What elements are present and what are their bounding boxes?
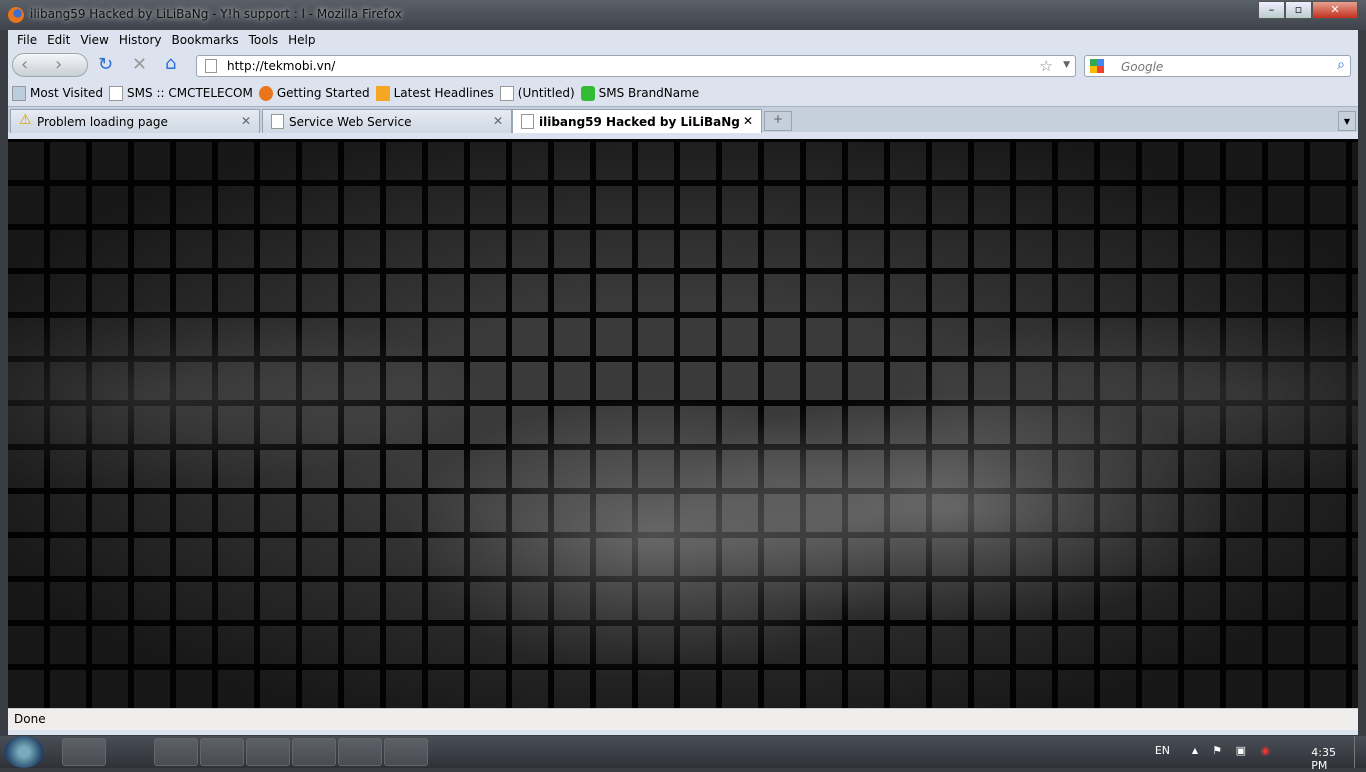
forward-icon[interactable]: › [55, 55, 62, 75]
taskbar: EN ▲ ⚑ ▣ ◉ 4:35 PM [0, 736, 1366, 772]
page-icon [109, 85, 124, 101]
search-box[interactable]: Google ⌕ [1084, 55, 1351, 77]
bookmark-star-icon[interactable]: ☆ [1040, 57, 1053, 75]
menu-bookmarks[interactable]: Bookmarks [167, 33, 244, 47]
maximize-button[interactable]: ▫ [1285, 1, 1312, 19]
tab-list-button[interactable]: ▼ [1338, 111, 1356, 131]
flag-icon[interactable]: ⚑ [1212, 744, 1222, 757]
taskbar-app[interactable] [338, 738, 382, 766]
show-desktop-button[interactable] [1354, 736, 1366, 768]
menu-help[interactable]: Help [283, 33, 320, 47]
page-content-image [8, 139, 1358, 708]
network-icon[interactable]: ▣ [1236, 744, 1246, 757]
taskbar-explorer[interactable] [154, 738, 198, 766]
taskbar-cmd[interactable] [384, 738, 428, 766]
search-placeholder: Google [1121, 60, 1164, 74]
sms-icon [580, 85, 595, 101]
reload-icon[interactable]: ↻ [98, 55, 113, 75]
search-icon[interactable]: ⌕ [1337, 57, 1345, 73]
page-icon [205, 59, 217, 73]
firefox-icon [258, 85, 273, 101]
page-icon [521, 114, 534, 129]
address-bar[interactable]: http://tekmobi.vn/ ☆ ▼ [196, 55, 1076, 77]
show-hidden-icons[interactable]: ▲ [1192, 746, 1198, 755]
rss-icon [375, 85, 390, 101]
menu-edit[interactable]: Edit [42, 33, 75, 47]
firefox-icon [8, 7, 24, 23]
page-icon [499, 85, 514, 101]
bookmark-item[interactable]: SMS BrandName [580, 85, 699, 101]
back-icon[interactable]: ‹ [21, 55, 28, 75]
chevron-down-icon[interactable]: ▼ [1063, 60, 1070, 70]
bookmark-item[interactable]: SMS :: CMCTELECOM [109, 85, 253, 101]
bookmark-item[interactable]: Latest Headlines [375, 85, 494, 101]
bookmark-item[interactable]: Getting Started [258, 85, 370, 101]
bookmarks-toolbar: Most Visited SMS :: CMCTELECOM Getting S… [8, 80, 1358, 106]
minimize-button[interactable]: – [1258, 1, 1285, 19]
taskbar-app[interactable] [108, 738, 152, 766]
taskbar-app[interactable] [246, 738, 290, 766]
volume-muted-icon[interactable]: ◉ [1260, 744, 1270, 757]
menu-bar: File Edit View History Bookmarks Tools H… [8, 30, 1358, 50]
tab-service-web-service[interactable]: Service Web Service ✕ [262, 109, 512, 133]
browser-window: File Edit View History Bookmarks Tools H… [8, 30, 1358, 735]
close-tab-icon[interactable]: ✕ [241, 114, 251, 128]
bookmark-item[interactable]: Most Visited [12, 85, 103, 101]
menu-file[interactable]: File [12, 33, 42, 47]
tab-bar: ⚠ Problem loading page ✕ Service Web Ser… [8, 106, 1358, 133]
warning-icon: ⚠ [19, 112, 32, 128]
taskbar-app[interactable] [200, 738, 244, 766]
taskbar-firefox[interactable] [62, 738, 106, 766]
clock[interactable]: 4:35 PM [1311, 746, 1336, 772]
tab-active[interactable]: ilibang59 Hacked by LiLiBaNg - Y!... ✕ [512, 109, 762, 133]
taskbar-app[interactable] [292, 738, 336, 766]
url-text: http://tekmobi.vn/ [227, 59, 336, 73]
back-forward-buttons[interactable]: ‹ › [12, 53, 88, 77]
status-bar: Done [8, 708, 1358, 730]
menu-view[interactable]: View [75, 33, 113, 47]
google-icon[interactable] [1090, 59, 1104, 73]
close-tab-icon[interactable]: ✕ [743, 114, 753, 128]
bookmark-item[interactable]: (Untitled) [499, 85, 575, 101]
close-button[interactable]: ✕ [1312, 1, 1358, 19]
menu-history[interactable]: History [114, 33, 167, 47]
language-indicator[interactable]: EN [1155, 744, 1170, 757]
title-bar: ilibang59 Hacked by LiLiBaNg - Y!h suppo… [0, 0, 1366, 30]
menu-tools[interactable]: Tools [244, 33, 284, 47]
most-visited-icon [12, 85, 26, 101]
window-title: ilibang59 Hacked by LiLiBaNg - Y!h suppo… [30, 7, 402, 21]
tab-problem-loading[interactable]: ⚠ Problem loading page ✕ [10, 109, 260, 133]
start-button[interactable] [4, 736, 44, 768]
new-tab-button[interactable]: + [764, 111, 792, 131]
stop-icon[interactable]: ✕ [132, 55, 147, 75]
close-tab-icon[interactable]: ✕ [493, 114, 503, 128]
page-icon [271, 114, 284, 129]
nav-toolbar: ‹ › ↻ ✕ ⌂ http://tekmobi.vn/ ☆ ▼ Google … [8, 50, 1358, 80]
home-icon[interactable]: ⌂ [165, 54, 176, 74]
